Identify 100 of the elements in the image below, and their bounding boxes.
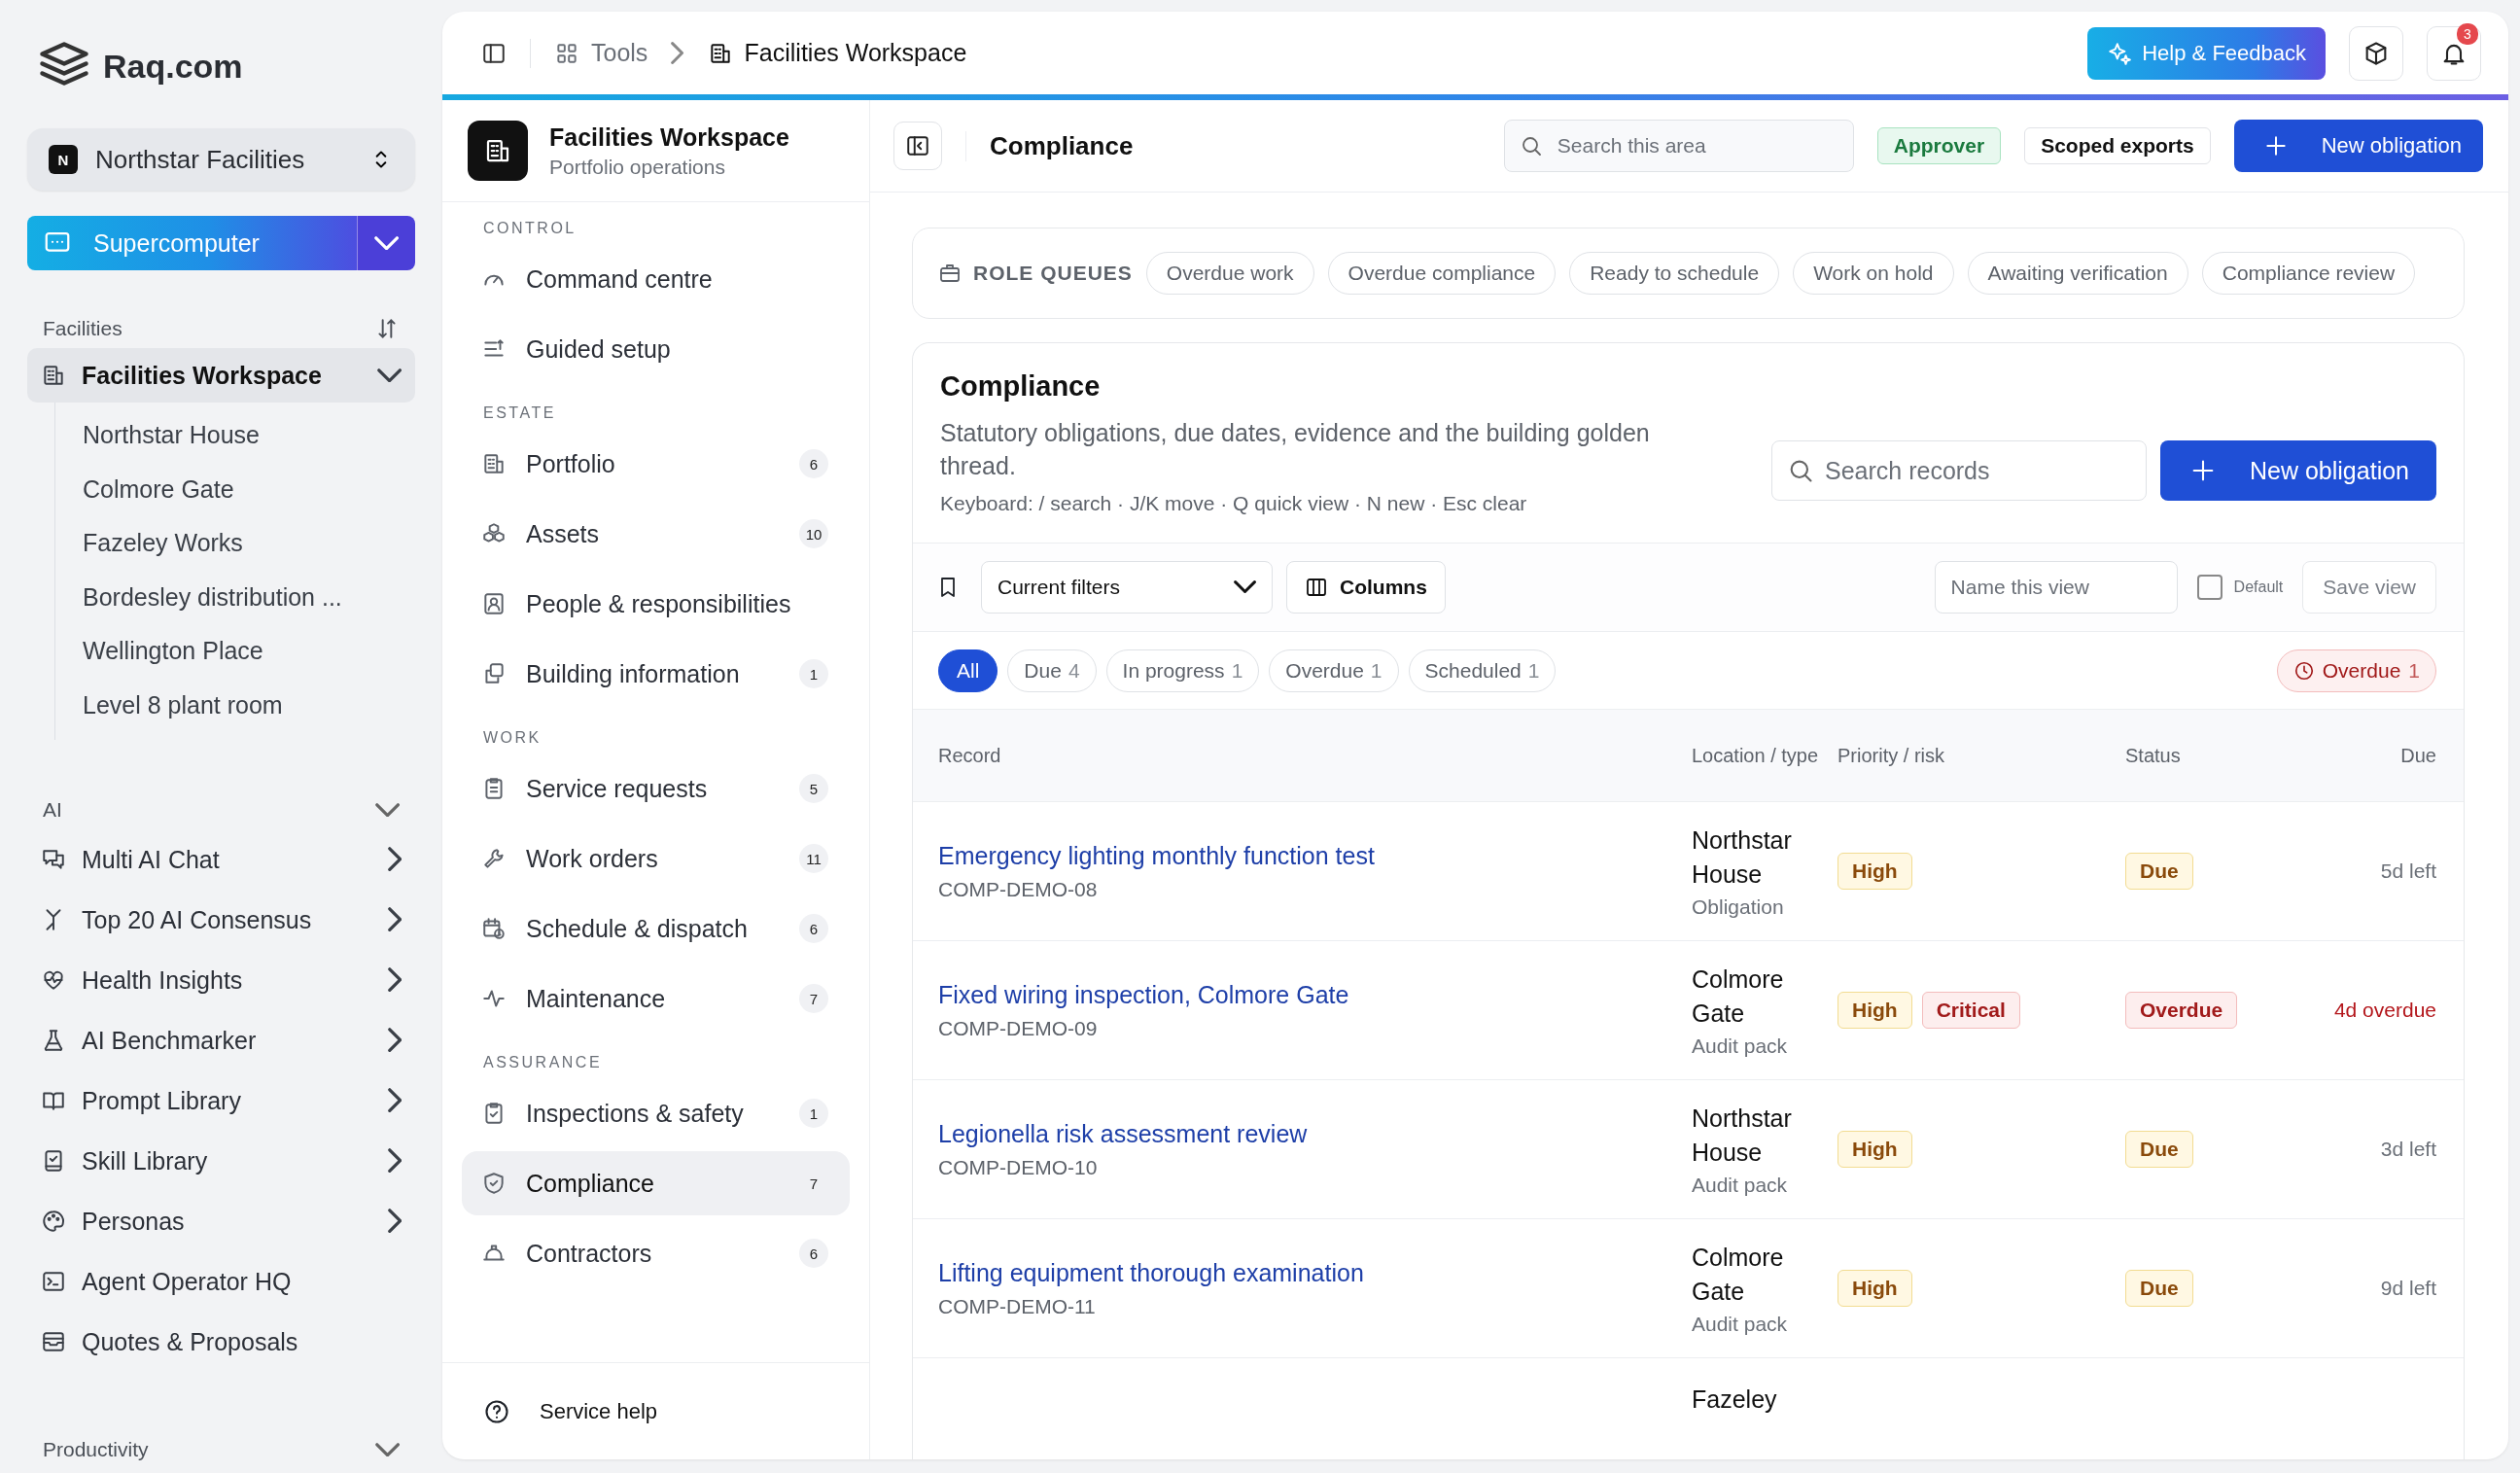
chevron-down-icon — [1233, 580, 1256, 594]
sidebar-subitem[interactable]: Level 8 plant room — [28, 678, 415, 732]
sidebar-item[interactable]: AI Benchmarker — [27, 1010, 415, 1070]
count-badge: 6 — [799, 1239, 828, 1268]
count-badge: 5 — [799, 774, 828, 803]
notifications-button[interactable]: 3 — [2427, 25, 2481, 81]
record-link[interactable]: Legionella risk assessment review — [938, 1119, 1692, 1148]
record-link[interactable]: Emergency lighting monthly function test — [938, 841, 1692, 870]
queue-chip[interactable]: Work on hold — [1793, 252, 1954, 295]
sidebar-item[interactable]: Quotes & Proposals — [27, 1312, 415, 1372]
package-button[interactable] — [2349, 25, 2403, 81]
new-obligation-button[interactable]: New obligation — [2160, 440, 2436, 501]
sidebar-item[interactable]: Skill Library — [27, 1131, 415, 1191]
columns-button[interactable]: Columns — [1286, 561, 1446, 614]
sidebar-subitem[interactable]: Bordesley distribution ... — [28, 570, 415, 624]
sidebar-item[interactable]: Top 20 AI Consensus — [27, 890, 415, 950]
column-header: Status — [2125, 743, 2182, 768]
count-badge: 7 — [799, 984, 828, 1013]
nav-section-heading: ESTATE — [482, 403, 557, 423]
chevron-right-icon — [671, 41, 684, 65]
nav-item[interactable]: Portfolio 6 — [462, 432, 850, 496]
due-text: 3d left — [2379, 1138, 2436, 1161]
chevron-right-icon — [387, 1148, 402, 1174]
section-toggle[interactable] — [374, 802, 400, 818]
search-field[interactable]: Search this area — [1503, 120, 1854, 172]
organization-avatar: N — [49, 145, 78, 174]
record-link[interactable]: Lifting equipment thorough examination — [938, 1258, 1692, 1287]
palette-icon — [41, 1209, 66, 1234]
nav-item[interactable]: Contractors 6 — [462, 1221, 850, 1285]
queue-chip[interactable]: Overdue compliance — [1327, 252, 1557, 295]
nav-item[interactable]: Assets 10 — [462, 502, 850, 566]
columns-icon — [1305, 576, 1328, 599]
nav-item[interactable]: Maintenance 7 — [462, 966, 850, 1031]
sidebar-subitem[interactable]: Colmore Gate — [28, 462, 415, 516]
filter-chip[interactable]: Due 4 — [1007, 649, 1097, 692]
nav-item[interactable]: Schedule & dispatch 6 — [462, 896, 850, 961]
clock-icon — [2292, 659, 2315, 682]
dropdown-button[interactable] — [357, 216, 415, 270]
chevron-right-icon — [387, 847, 402, 872]
filter-chip[interactable]: Scheduled 1 — [1408, 649, 1557, 692]
search-field[interactable]: Search records — [1771, 440, 2147, 501]
sidebar-subitem[interactable]: Wellington Place — [28, 624, 415, 679]
building-icon — [41, 363, 66, 388]
priority-tag: High — [1838, 1131, 1912, 1168]
queue-chip[interactable]: Overdue work — [1145, 252, 1314, 295]
breadcrumb-link[interactable]: Facilities Workspace — [707, 39, 967, 67]
wrench-icon — [481, 846, 507, 871]
queue-chip[interactable]: Ready to schedule — [1569, 252, 1780, 295]
sidebar-subitem[interactable]: Fazeley Works — [28, 516, 415, 571]
due-text: 4d overdue — [2332, 999, 2436, 1022]
sparkle-icon — [2107, 40, 2133, 66]
nav-item[interactable]: Inspections & safety 1 — [462, 1081, 850, 1145]
column-header: Due — [2399, 743, 2436, 768]
record-type: Audit pack — [1692, 1035, 1789, 1058]
service-help-link[interactable]: Service help — [540, 1398, 658, 1424]
status-tag: Due — [2125, 853, 2193, 890]
record-link[interactable]: Fixed wiring inspection, Colmore Gate — [938, 980, 1692, 1009]
collapse-panel-button[interactable] — [893, 122, 942, 170]
id-badge-icon — [481, 591, 507, 616]
nav-item[interactable]: Building information 1 — [462, 642, 850, 706]
location-text: Colmore Gate — [1692, 964, 1785, 1029]
column-header: Record — [938, 743, 1002, 768]
section-toggle[interactable] — [374, 1442, 400, 1457]
section-heading: Facilities — [43, 317, 122, 340]
organization-switcher[interactable]: N Northstar Facilities — [27, 128, 415, 191]
nav-item[interactable]: Guided setup — [462, 317, 850, 381]
view-name-field[interactable]: Name this view — [1934, 561, 2178, 614]
new-obligation-button[interactable]: New obligation — [2233, 120, 2483, 172]
brand-name: Raq.com — [103, 47, 243, 86]
filter-chip[interactable]: In progress 1 — [1105, 649, 1260, 692]
sidebar-item[interactable]: Health Insights — [27, 950, 415, 1010]
nav-item[interactable]: Compliance 7 — [462, 1151, 850, 1215]
sidebar-item[interactable]: Agent Operator HQ — [27, 1251, 415, 1312]
queue-chip[interactable]: Compliance review — [2201, 252, 2416, 295]
filter-chip[interactable]: All — [938, 649, 998, 692]
nav-item[interactable]: Work orders 11 — [462, 826, 850, 891]
sidebar-subitem[interactable]: Northstar House — [28, 408, 415, 463]
nav-item[interactable]: People & responsibilities — [462, 572, 850, 636]
default-checkbox[interactable]: Default — [2190, 574, 2290, 601]
count-badge: 1 — [799, 659, 828, 688]
help-icon — [483, 1397, 510, 1425]
sidebar-item[interactable]: Multi AI Chat — [27, 829, 415, 890]
shield-check-icon — [481, 1171, 507, 1196]
nav-item[interactable]: Command centre — [462, 247, 850, 311]
help-feedback-button[interactable]: Help & Feedback — [2087, 26, 2326, 80]
breadcrumb-link[interactable]: Tools — [554, 39, 648, 67]
overdue-alert-chip[interactable]: Overdue 1 — [2276, 649, 2436, 692]
sidebar-item[interactable]: Personas — [27, 1191, 415, 1251]
section-heading: AI — [43, 798, 62, 822]
chevron-down-icon — [374, 1442, 400, 1457]
nav-item[interactable]: Service requests 5 — [462, 756, 850, 821]
location-text: Northstar House — [1692, 825, 1793, 890]
sidebar-item[interactable]: Prompt Library — [27, 1070, 415, 1131]
queue-chip[interactable]: Awaiting verification — [1967, 252, 2188, 295]
sidebar-item[interactable]: Facilities Workspace — [27, 348, 415, 403]
saved-view-select[interactable]: Current filters — [981, 561, 1273, 614]
page-title: Compliance — [965, 130, 1134, 161]
building-icon — [481, 451, 507, 476]
filter-chip[interactable]: Overdue 1 — [1269, 649, 1399, 692]
priority-tag: High — [1838, 853, 1912, 890]
